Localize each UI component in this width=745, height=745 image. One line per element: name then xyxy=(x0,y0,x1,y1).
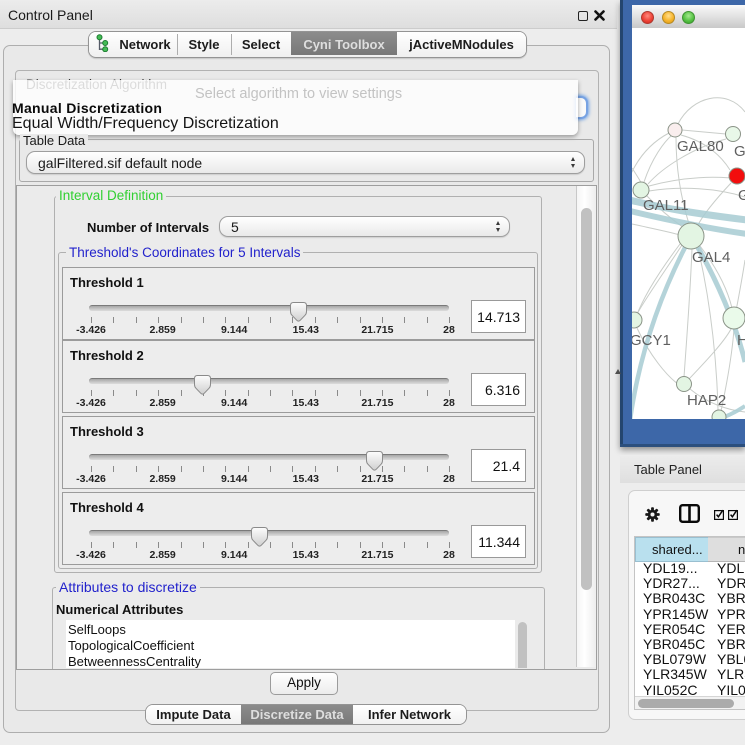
svg-text:G: G xyxy=(738,187,745,204)
svg-text:H: H xyxy=(737,332,745,349)
svg-text:GA: GA xyxy=(734,143,745,160)
svg-text:HAP2: HAP2 xyxy=(687,392,726,409)
svg-text:GCY1: GCY1 xyxy=(632,332,671,349)
svg-text:GAL80: GAL80 xyxy=(677,138,724,155)
svg-text:GAL11: GAL11 xyxy=(643,197,689,214)
svg-text:GAL4: GAL4 xyxy=(692,249,730,266)
